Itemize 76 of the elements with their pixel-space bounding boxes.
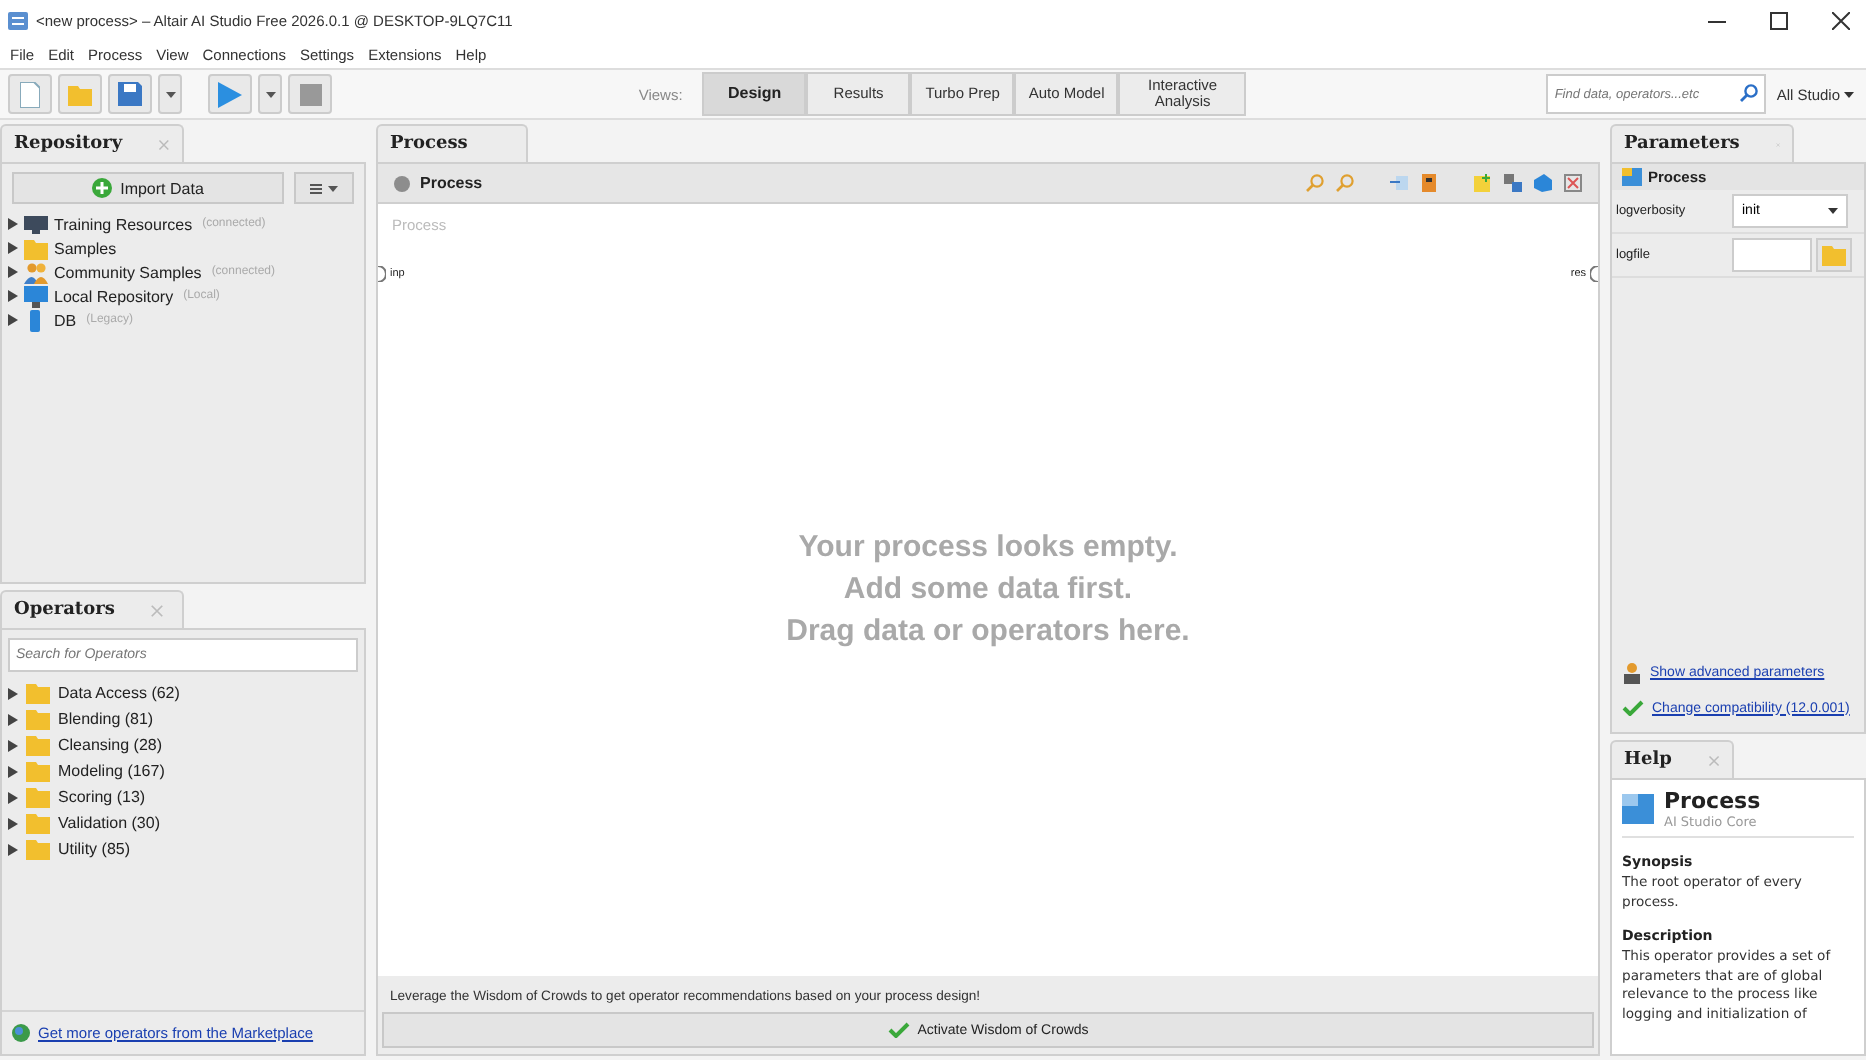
folder-icon	[24, 237, 48, 259]
repository-item[interactable]: Samples	[54, 239, 117, 257]
app-icon	[8, 11, 28, 29]
caret-icon	[1844, 91, 1854, 97]
shapes-icon[interactable]	[1504, 174, 1522, 192]
folder-icon	[66, 83, 94, 105]
folder-icon	[1822, 244, 1846, 266]
repository-item[interactable]: Training Resources	[54, 215, 193, 233]
operator-group[interactable]: Validation (30)	[58, 814, 160, 832]
expand-arrow-icon[interactable]	[8, 817, 18, 829]
maximize-icon[interactable]	[1770, 11, 1788, 29]
panel-tab[interactable]: Operators	[0, 590, 184, 628]
caret-icon	[1828, 208, 1838, 214]
menu-icon	[310, 183, 322, 193]
caret-icon	[165, 91, 175, 97]
run-button[interactable]	[208, 74, 252, 114]
caret-icon	[265, 91, 275, 97]
empty-message: Add some data first.	[843, 570, 1133, 610]
operator-group[interactable]: Blending (81)	[58, 710, 154, 728]
folder-icon	[26, 708, 50, 730]
globe-icon	[12, 1024, 30, 1042]
monitor-icon	[24, 213, 48, 235]
repository-item[interactable]: Community Samples	[54, 263, 202, 281]
expand-arrow-icon[interactable]	[8, 713, 18, 725]
expand-arrow-icon[interactable]	[8, 739, 18, 751]
operator-group[interactable]: Data Access (62)	[58, 684, 180, 702]
expand-arrow-icon[interactable]	[8, 843, 18, 855]
folder-icon	[26, 812, 50, 834]
repository-item[interactable]: Local Repository	[54, 287, 174, 305]
folder-icon	[26, 682, 50, 704]
cube-icon[interactable]	[1534, 174, 1552, 192]
expand-arrow-icon[interactable]	[8, 791, 18, 803]
run-dropdown[interactable]	[258, 74, 282, 114]
operator-group[interactable]: Utility (85)	[58, 840, 131, 858]
save-dropdown[interactable]	[158, 74, 182, 114]
operator-group[interactable]: Scoring (13)	[58, 788, 146, 806]
panel-tab[interactable]: Parameters	[1610, 124, 1794, 162]
save-button[interactable]	[108, 74, 152, 114]
operator-group[interactable]: Cleansing (28)	[58, 736, 163, 754]
monitor-icon	[24, 285, 48, 307]
stop-icon	[299, 83, 321, 105]
help-title: Process	[1664, 788, 1761, 814]
import-data-button[interactable]: Import Data	[12, 172, 284, 204]
close-icon[interactable]	[1832, 11, 1850, 29]
book-icon[interactable]	[1420, 174, 1438, 192]
input-port-icon[interactable]	[378, 266, 386, 282]
people-icon	[24, 261, 48, 283]
repository-item[interactable]: DB	[54, 311, 77, 329]
empty-message: Your process looks empty.	[798, 528, 1178, 568]
folder-icon	[26, 786, 50, 808]
panel-tab[interactable]: Help	[1610, 740, 1734, 778]
play-icon	[218, 81, 242, 107]
menu-button[interactable]	[294, 172, 354, 204]
operator-group[interactable]: Modeling (167)	[58, 762, 165, 780]
search-icon	[1740, 84, 1759, 102]
folder-icon	[26, 838, 50, 860]
empty-message: Drag data or operators here.	[786, 612, 1190, 652]
checkmark-icon	[1622, 700, 1644, 716]
panel-tab[interactable]: Process	[376, 124, 528, 162]
expand-arrow-icon[interactable]	[8, 765, 18, 777]
input-field[interactable]	[1732, 238, 1812, 272]
person-icon	[1622, 662, 1642, 684]
checkmark-icon	[887, 1022, 910, 1038]
folder-icon	[26, 734, 50, 756]
fit-icon[interactable]	[1564, 174, 1582, 192]
plus-icon	[92, 178, 113, 198]
caret-icon	[328, 185, 338, 191]
view-tab[interactable]: Design	[702, 72, 807, 116]
document-icon	[20, 81, 40, 107]
panel-tab[interactable]: Repository	[0, 124, 184, 162]
folder-icon	[26, 760, 50, 782]
expand-arrow-icon[interactable]	[8, 687, 18, 699]
output-port-icon[interactable]	[1590, 266, 1598, 282]
note-icon[interactable]	[1474, 174, 1492, 192]
breadcrumb[interactable]: Process	[420, 174, 483, 192]
new-file-button[interactable]	[8, 74, 52, 114]
